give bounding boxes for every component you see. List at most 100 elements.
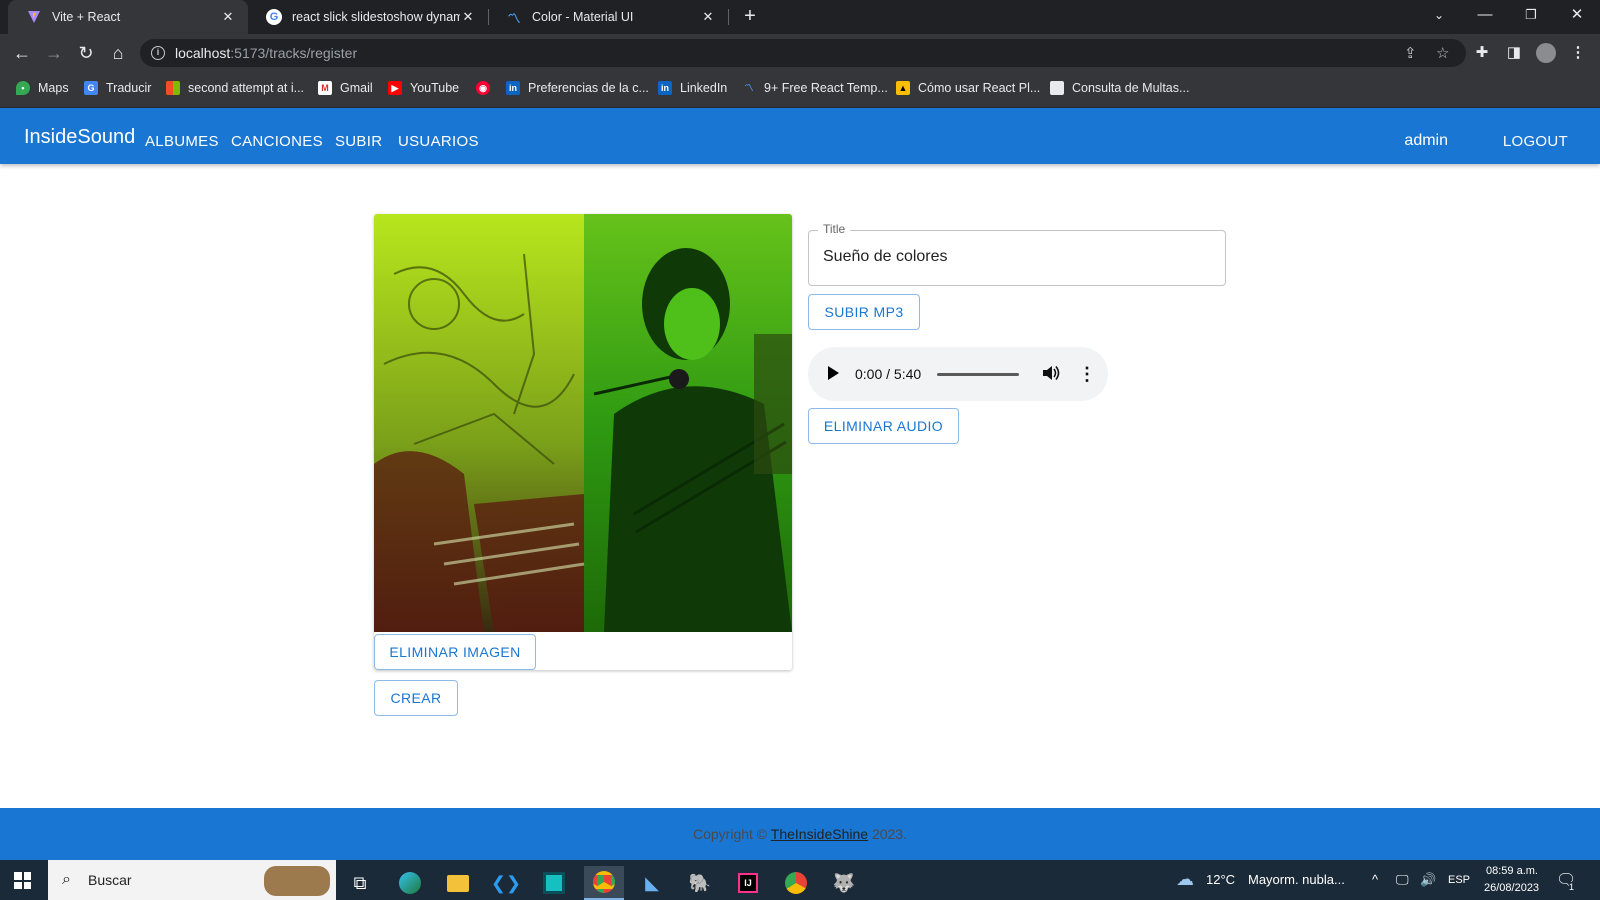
weather-text[interactable]: Mayorm. nubla... (1248, 872, 1345, 887)
delete-audio-button[interactable]: ELIMINAR AUDIO (808, 408, 959, 444)
copyright-text: Copyright © TheInsideShine 2023. (693, 826, 907, 842)
browser-toolbar: ← → ↻ ⌂ i localhost:5173/tracks/register… (0, 34, 1600, 72)
network-icon[interactable]: 🖵 (1396, 872, 1409, 888)
intellij-icon[interactable]: IJ (728, 866, 768, 900)
menu-icon[interactable]: ⋮ (1568, 43, 1588, 63)
mysql-icon[interactable]: ◣ (632, 866, 672, 900)
brand-logo-text[interactable]: InsideSound (24, 126, 135, 149)
record-icon: ◉ (476, 81, 490, 95)
album-cover-image (374, 214, 792, 632)
windows-start-icon[interactable] (14, 872, 31, 889)
tab-divider (728, 9, 729, 25)
chrome-profile-icon[interactable] (776, 866, 816, 900)
audio-progress-slider[interactable] (937, 373, 1019, 376)
translate-icon: G (84, 81, 98, 95)
vite-icon (26, 9, 42, 25)
create-button[interactable]: CREAR (374, 680, 458, 716)
close-window-button[interactable]: ✕ (1554, 0, 1600, 30)
title-field[interactable]: Title Sueño de colores (808, 222, 1226, 286)
bookmark-gmail[interactable]: M Gmail (318, 81, 373, 95)
side-panel-icon[interactable]: ◨ (1504, 43, 1524, 63)
tab-title: react slick slidestoshow dynamic (292, 10, 460, 24)
page-footer: Copyright © TheInsideShine 2023. (0, 808, 1600, 860)
extensions-icon[interactable]: ✚ (1472, 43, 1492, 63)
album-cover-card: ELIMINAR IMAGEN (374, 214, 792, 670)
app-panel-icon[interactable] (534, 866, 574, 900)
forward-icon[interactable]: → (42, 41, 66, 65)
maps-icon: • (16, 81, 30, 95)
bookmark-react-templates[interactable]: 〽 9+ Free React Temp... (742, 81, 887, 95)
temperature-text[interactable]: 12°C (1206, 872, 1235, 887)
nav-albumes[interactable]: ALBUMES (145, 133, 219, 150)
bookmark-youtube[interactable]: ▶ YouTube (388, 81, 459, 95)
share-icon[interactable]: ⇪ (1404, 44, 1417, 62)
title-field-value[interactable]: Sueño de colores (823, 248, 948, 266)
app-bar: InsideSound ALBUMES CANCIONES SUBIR USUA… (0, 108, 1600, 164)
gimp-icon[interactable]: 🐺 (824, 866, 864, 900)
tab-title: Color - Material UI (532, 10, 634, 24)
taskbar-search[interactable]: ⌕ Buscar (48, 860, 336, 900)
copyright-link[interactable]: TheInsideShine (771, 826, 868, 842)
tab-title: Vite + React (52, 10, 121, 24)
tab-react-slick[interactable]: G react slick slidestoshow dynamic ✕ (248, 0, 488, 34)
close-icon[interactable]: ✕ (220, 9, 236, 25)
chrome-icon[interactable] (584, 866, 624, 900)
clock-time[interactable]: 08:59 a.m. (1486, 865, 1538, 877)
edge-icon[interactable] (390, 866, 430, 900)
task-view-icon[interactable]: ⧉ (340, 866, 380, 900)
volume-icon[interactable] (1041, 363, 1061, 383)
postgres-icon[interactable]: 🐘 (680, 866, 720, 900)
bookmarks-bar: • Maps G Traducir second attempt at i... M… (0, 72, 1600, 108)
site-info-icon[interactable]: i (151, 46, 165, 60)
logout-button[interactable]: LOGOUT (1503, 133, 1568, 150)
bookmark-star-icon[interactable]: ☆ (1436, 44, 1449, 62)
close-icon[interactable]: ✕ (700, 9, 716, 25)
url-text: localhost:5173/tracks/register (175, 45, 358, 61)
search-highlight-image (264, 866, 330, 896)
profile-avatar[interactable] (1536, 43, 1556, 63)
restore-button[interactable]: ❐ (1508, 0, 1554, 30)
document-icon (1050, 81, 1064, 95)
bookmark-preferencias[interactable]: in Preferencias de la c... (506, 81, 649, 95)
show-hidden-icons-chevron[interactable]: ^ (1372, 872, 1378, 887)
title-field-label: Title (818, 222, 851, 236)
file-explorer-icon[interactable] (438, 866, 478, 900)
nav-usuarios[interactable]: USUARIOS (398, 133, 479, 150)
bookmark-record[interactable]: ◉ (476, 81, 498, 95)
mui-icon: 〽 (507, 10, 521, 26)
bookmark-maps[interactable]: • Maps (16, 81, 69, 95)
windows-taskbar: ⌕ Buscar ⧉ ❮❯ ◣ 🐘 IJ 🐺 ☁ 12°C Mayorm. nu… (0, 860, 1600, 900)
play-icon[interactable] (828, 366, 839, 380)
username-label: admin (1404, 132, 1448, 149)
linkedin-icon: in (506, 81, 520, 95)
tab-vite-react[interactable]: Vite + React ✕ (8, 0, 248, 34)
bookmark-multas[interactable]: Consulta de Multas... (1050, 81, 1189, 95)
vscode-icon[interactable]: ❮❯ (486, 866, 526, 900)
nav-canciones[interactable]: CANCIONES (231, 133, 323, 150)
google-icon: G (266, 9, 282, 25)
cat-icon: ▲ (896, 81, 910, 95)
mui-icon: 〽 (744, 83, 754, 93)
nav-subir[interactable]: SUBIR (335, 133, 382, 150)
tab-material-ui[interactable]: 〽 Color - Material UI ✕ (488, 0, 728, 34)
bookmark-second-attempt[interactable]: second attempt at i... (166, 81, 304, 95)
bookmark-react-plugins[interactable]: ▲ Cómo usar React Pl... (896, 81, 1040, 95)
bookmark-linkedin[interactable]: in LinkedIn (658, 81, 727, 95)
home-icon[interactable]: ⌂ (106, 41, 130, 65)
language-indicator[interactable]: ESP (1448, 874, 1470, 886)
tab-search-chevron-icon[interactable]: ⌄ (1416, 0, 1462, 30)
new-tab-button[interactable]: + (738, 5, 762, 29)
reload-icon[interactable]: ↻ (74, 41, 98, 65)
speaker-icon[interactable]: 🔊 (1420, 872, 1436, 888)
minimize-button[interactable]: — (1462, 0, 1508, 30)
address-bar[interactable]: i localhost:5173/tracks/register ⇪ ☆ (140, 39, 1466, 67)
weather-icon[interactable]: ☁ (1176, 869, 1194, 890)
upload-mp3-button[interactable]: SUBIR MP3 (808, 294, 920, 330)
more-options-icon[interactable]: ⋮ (1078, 364, 1096, 384)
microsoft-icon (166, 81, 180, 95)
back-icon[interactable]: ← (10, 41, 34, 65)
close-icon[interactable]: ✕ (460, 9, 476, 25)
delete-image-button[interactable]: ELIMINAR IMAGEN (374, 634, 536, 670)
bookmark-traducir[interactable]: G Traducir (84, 81, 151, 95)
clock-date[interactable]: 26/08/2023 (1484, 882, 1539, 894)
